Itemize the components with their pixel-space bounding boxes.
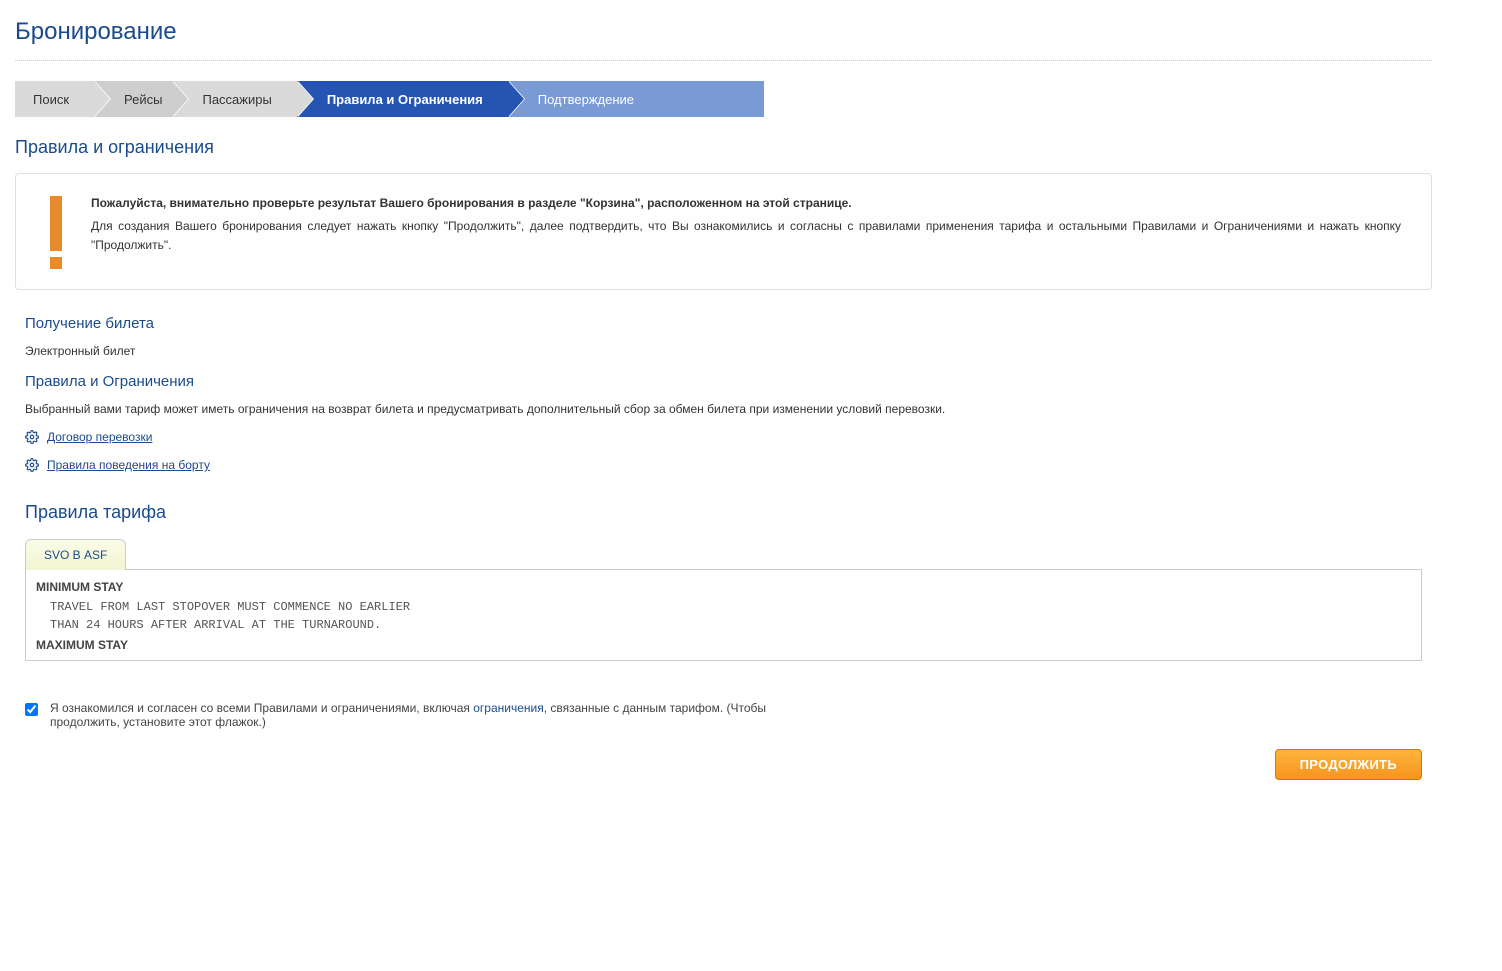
breadcrumb: Поиск Рейсы Пассажиры Правила и Ограниче… [15, 81, 1432, 117]
contract-link[interactable]: Договор перевозки [47, 430, 152, 444]
rule-text: TRAVEL FROM LAST STOPOVER MUST COMMENCE … [36, 598, 1411, 616]
breadcrumb-label: Правила и Ограничения [327, 92, 483, 107]
divider [15, 60, 1432, 61]
rules-section-title: Правила и ограничения [15, 137, 1432, 158]
restrictions-text: Выбранный вами тариф может иметь огранич… [25, 402, 1422, 416]
page-title: Бронирование [15, 18, 1432, 46]
breadcrumb-label: Рейсы [124, 92, 162, 107]
breadcrumb-rules[interactable]: Правила и Ограничения [297, 81, 508, 117]
agree-text: Я ознакомился и согласен со всеми Правил… [50, 701, 825, 729]
warning-icon [46, 194, 66, 269]
rule-heading: MINIMUM STAY [36, 578, 1411, 596]
restrictions-inline-link[interactable]: ограничения [473, 701, 543, 715]
ticket-heading: Получение билета [25, 315, 1422, 332]
agree-checkbox[interactable] [25, 703, 38, 716]
breadcrumb-label: Подтверждение [538, 92, 634, 107]
notice-body: Пожалуйста, внимательно проверьте резуль… [91, 194, 1401, 269]
fare-rules-title: Правила тарифа [25, 502, 1432, 523]
fare-rules-pane[interactable]: MINIMUM STAY TRAVEL FROM LAST STOPOVER M… [25, 569, 1422, 661]
fare-tab[interactable]: SVO В ASF [25, 539, 126, 570]
ticket-type: Электронный билет [25, 344, 1422, 358]
notice-bold-text: Пожалуйста, внимательно проверьте резуль… [91, 194, 1401, 213]
notice-text: Для создания Вашего бронирования следует… [91, 219, 1401, 252]
conduct-link[interactable]: Правила поведения на борту [47, 458, 210, 472]
notice-box: Пожалуйста, внимательно проверьте резуль… [15, 173, 1432, 290]
breadcrumb-search[interactable]: Поиск [15, 81, 94, 117]
continue-button[interactable]: ПРОДОЛЖИТЬ [1275, 749, 1422, 780]
rule-heading: MAXIMUM STAY [36, 636, 1411, 654]
gear-icon [25, 458, 39, 472]
agree-row: Я ознакомился и согласен со всеми Правил… [25, 701, 825, 729]
agree-pre: Я ознакомился и согласен со всеми Правил… [50, 701, 473, 715]
restrictions-heading: Правила и Ограничения [25, 373, 1422, 390]
breadcrumb-confirm[interactable]: Подтверждение [508, 81, 764, 117]
gear-icon [25, 430, 39, 444]
breadcrumb-label: Пассажиры [202, 92, 271, 107]
rule-text: THAN 24 HOURS AFTER ARRIVAL AT THE TURNA… [36, 616, 1411, 634]
breadcrumb-passengers[interactable]: Пассажиры [172, 81, 296, 117]
breadcrumb-label: Поиск [33, 92, 69, 107]
